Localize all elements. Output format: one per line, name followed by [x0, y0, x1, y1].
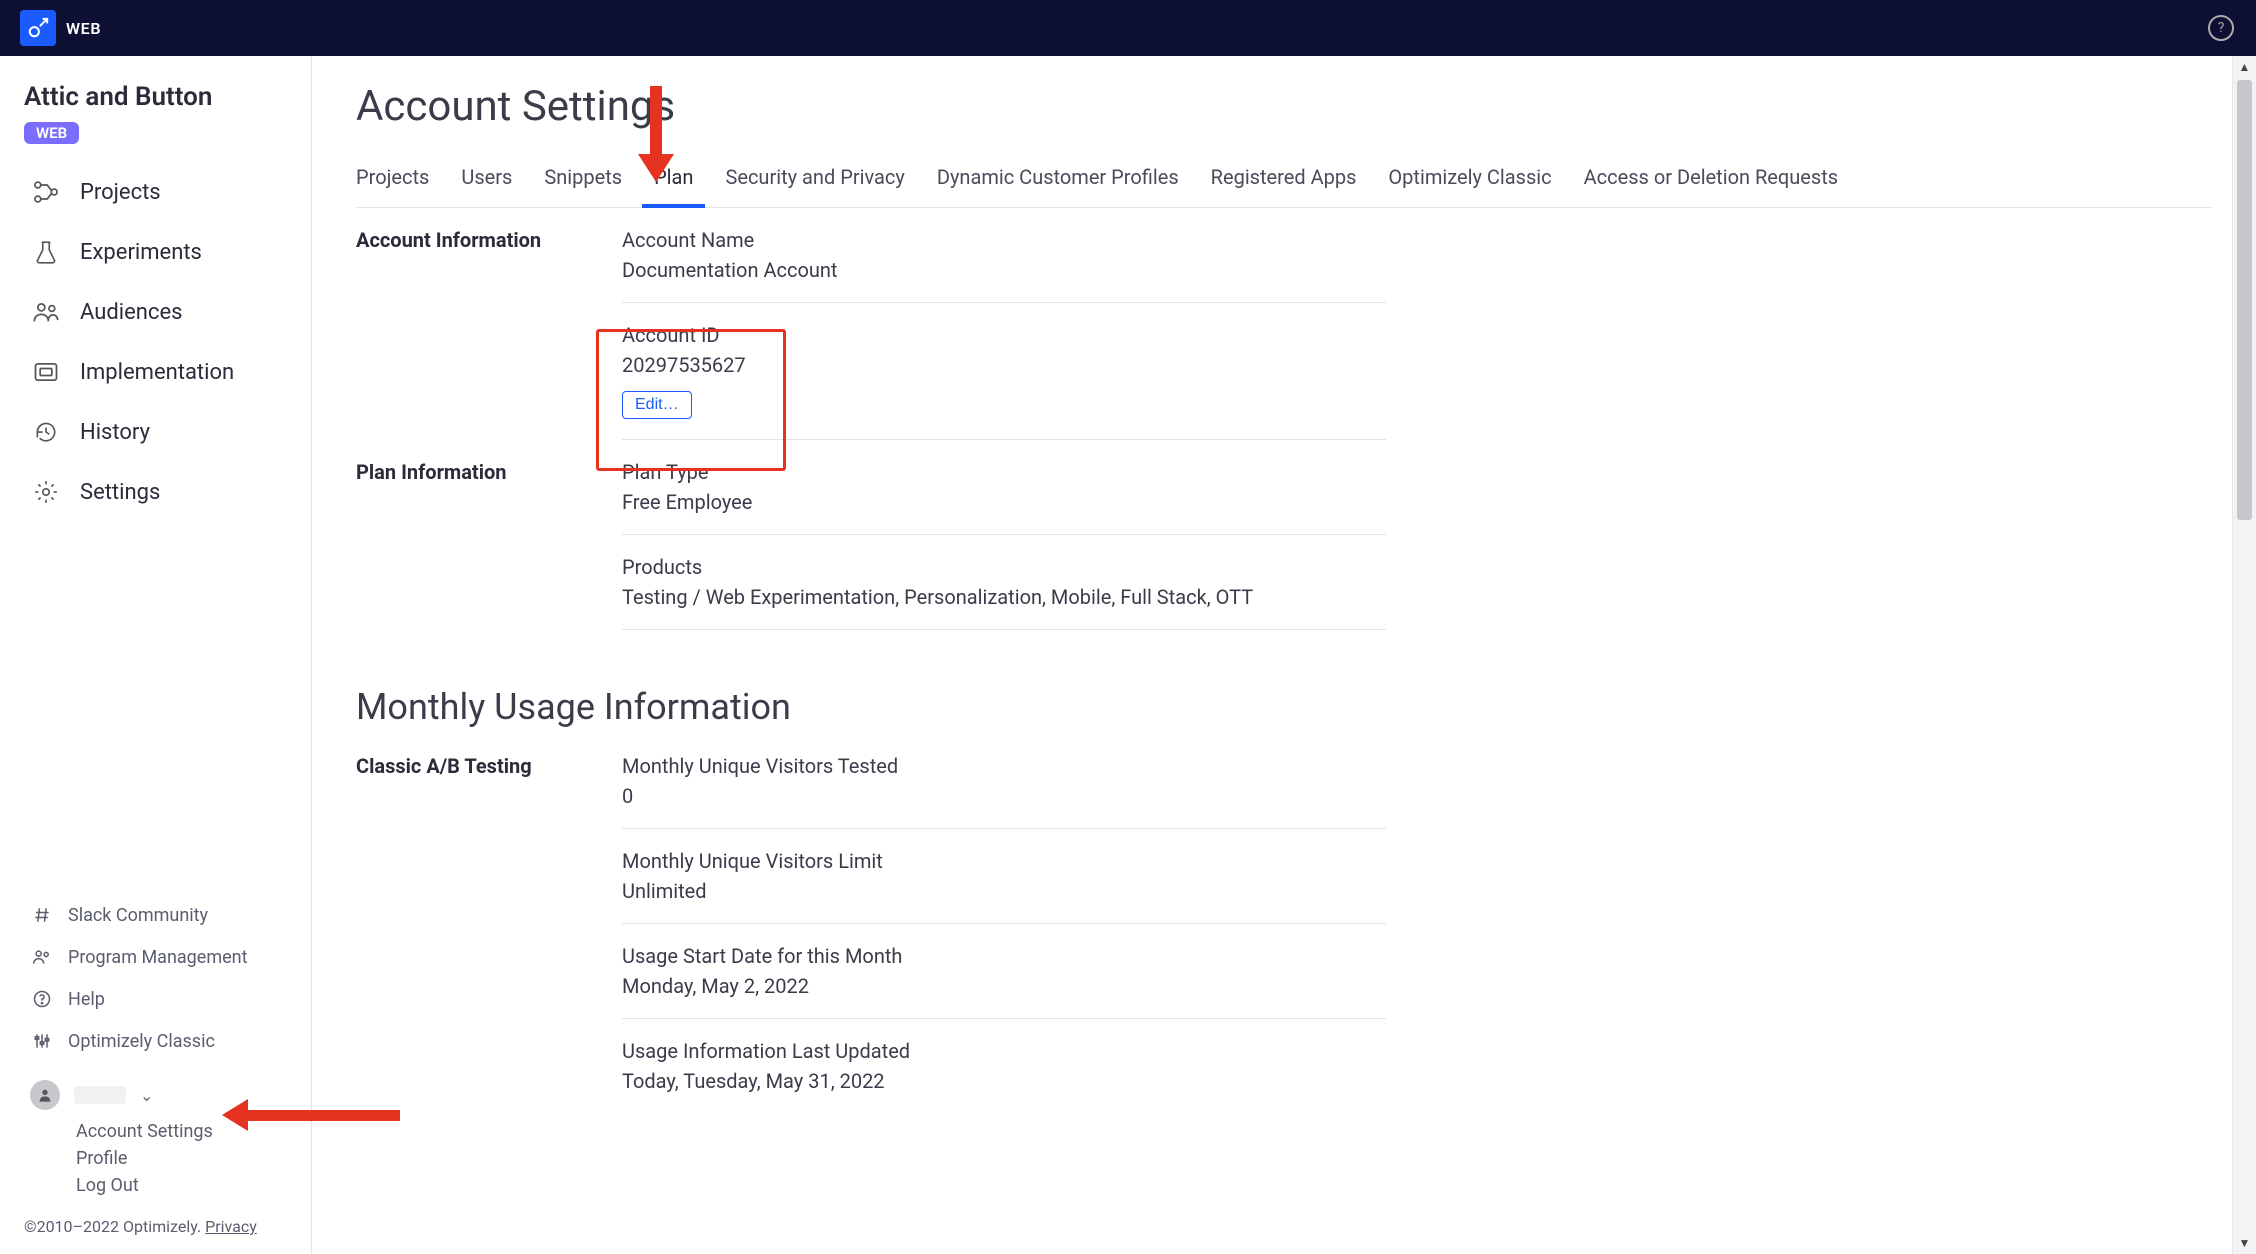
avatar [30, 1080, 60, 1110]
secondary-label: Optimizely Classic [68, 1031, 215, 1052]
sidebar-item-projects[interactable]: Projects [0, 162, 311, 222]
field-value-account-id: 20297535627 [622, 353, 1386, 377]
section-label-plan: Plan Information [356, 460, 622, 484]
tab-snippets[interactable]: Snippets [544, 155, 622, 207]
help-icon [30, 987, 54, 1011]
field-value-visitors-limit: Unlimited [622, 879, 1386, 903]
field-value-products: Testing / Web Experimentation, Personali… [622, 585, 1386, 609]
sidebar-item-label: Audiences [80, 300, 182, 325]
sidebar-item-history[interactable]: History [0, 402, 311, 462]
field-label-plan-type: Plan Type [622, 460, 1386, 484]
vertical-scrollbar[interactable]: ▲ ▼ [2232, 56, 2256, 1254]
tabs: Projects Users Snippets Plan Security an… [356, 155, 2212, 208]
sliders-icon [30, 1029, 54, 1053]
sidebar-secondary: Slack Community Program Management Help … [0, 894, 311, 1062]
brand-logo [20, 10, 56, 46]
tab-plan[interactable]: Plan [654, 155, 693, 207]
secondary-label: Help [68, 989, 105, 1010]
sidebar: Attic and Button WEB Projects Experiment… [0, 56, 312, 1254]
tab-access[interactable]: Access or Deletion Requests [1584, 155, 1838, 207]
user-menu-account-settings[interactable]: Account Settings [76, 1118, 287, 1145]
implementation-icon [30, 356, 62, 388]
copyright-text: ©2010–2022 Optimizely. [24, 1217, 205, 1236]
user-menu-profile[interactable]: Profile [76, 1145, 287, 1172]
field-label-usage-updated: Usage Information Last Updated [622, 1039, 1386, 1063]
tab-classic[interactable]: Optimizely Classic [1388, 155, 1551, 207]
help-button[interactable]: ? [2208, 15, 2234, 41]
audiences-icon [30, 296, 62, 328]
sidebar-item-label: Experiments [80, 240, 202, 265]
sidebar-item-label: Settings [80, 480, 160, 505]
section-label-ab: Classic A/B Testing [356, 754, 622, 778]
chevron-down-icon: ⌄ [140, 1086, 153, 1105]
section-ab-testing: Classic A/B Testing Monthly Unique Visit… [356, 734, 1386, 1113]
scroll-up-arrow[interactable]: ▲ [2233, 56, 2256, 78]
gear-icon [30, 476, 62, 508]
secondary-program[interactable]: Program Management [30, 936, 287, 978]
sidebar-nav: Projects Experiments Audiences Implement… [0, 162, 311, 522]
edit-account-id-button[interactable]: Edit… [622, 391, 692, 419]
user-menu-logout[interactable]: Log Out [76, 1172, 287, 1199]
tab-projects[interactable]: Projects [356, 155, 429, 207]
sidebar-item-audiences[interactable]: Audiences [0, 282, 311, 342]
project-title: Attic and Button [0, 82, 311, 122]
copyright: ©2010–2022 Optimizely. Privacy [0, 1199, 311, 1254]
page-title: Account Settings [356, 82, 2212, 131]
sidebar-item-settings[interactable]: Settings [0, 462, 311, 522]
field-label-visitors-limit: Monthly Unique Visitors Limit [622, 849, 1386, 873]
projects-icon [30, 176, 62, 208]
section-title-monthly: Monthly Usage Information [356, 686, 1386, 728]
scroll-thumb[interactable] [2237, 80, 2252, 520]
user-name-redacted [74, 1086, 126, 1104]
web-pill: WEB [24, 122, 79, 144]
field-value-account-name: Documentation Account [622, 258, 1386, 282]
sidebar-item-experiments[interactable]: Experiments [0, 222, 311, 282]
scroll-down-arrow[interactable]: ▼ [2233, 1232, 2256, 1254]
main: Account Settings Projects Users Snippets… [312, 56, 2256, 1254]
field-label-usage-start: Usage Start Date for this Month [622, 944, 1386, 968]
tab-users[interactable]: Users [461, 155, 512, 207]
field-value-plan-type: Free Employee [622, 490, 1386, 514]
user-menu-toggle[interactable]: ⌄ [30, 1072, 287, 1118]
field-label-products: Products [622, 555, 1386, 579]
sidebar-item-label: Projects [80, 180, 161, 205]
field-value-usage-updated: Today, Tuesday, May 31, 2022 [622, 1069, 1386, 1093]
brand-text: WEB [66, 19, 101, 38]
section-label-account: Account Information [356, 228, 622, 252]
field-value-visitors-tested: 0 [622, 784, 1386, 808]
tab-dcp[interactable]: Dynamic Customer Profiles [937, 155, 1179, 207]
field-label-account-name: Account Name [622, 228, 1386, 252]
user-block: ⌄ Account Settings Profile Log Out [0, 1062, 311, 1199]
privacy-link[interactable]: Privacy [205, 1217, 257, 1236]
topbar: WEB ? [0, 0, 2256, 56]
logo-icon [27, 17, 49, 39]
sidebar-item-implementation[interactable]: Implementation [0, 342, 311, 402]
hash-icon [30, 903, 54, 927]
field-value-usage-start: Monday, May 2, 2022 [622, 974, 1386, 998]
secondary-slack[interactable]: Slack Community [30, 894, 287, 936]
people-icon [30, 945, 54, 969]
history-icon [30, 416, 62, 448]
secondary-label: Slack Community [68, 905, 208, 926]
experiments-icon [30, 236, 62, 268]
field-label-visitors-tested: Monthly Unique Visitors Tested [622, 754, 1386, 778]
section-plan-info: Plan Information Plan Type Free Employee… [356, 460, 1386, 650]
sidebar-item-label: Implementation [80, 360, 234, 385]
secondary-help[interactable]: Help [30, 978, 287, 1020]
tab-security[interactable]: Security and Privacy [725, 155, 904, 207]
field-label-account-id: Account ID [622, 323, 1386, 347]
tab-apps[interactable]: Registered Apps [1211, 155, 1357, 207]
secondary-classic[interactable]: Optimizely Classic [30, 1020, 287, 1062]
sidebar-item-label: History [80, 420, 150, 445]
secondary-label: Program Management [68, 947, 248, 968]
section-account-info: Account Information Account Name Documen… [356, 208, 1386, 460]
